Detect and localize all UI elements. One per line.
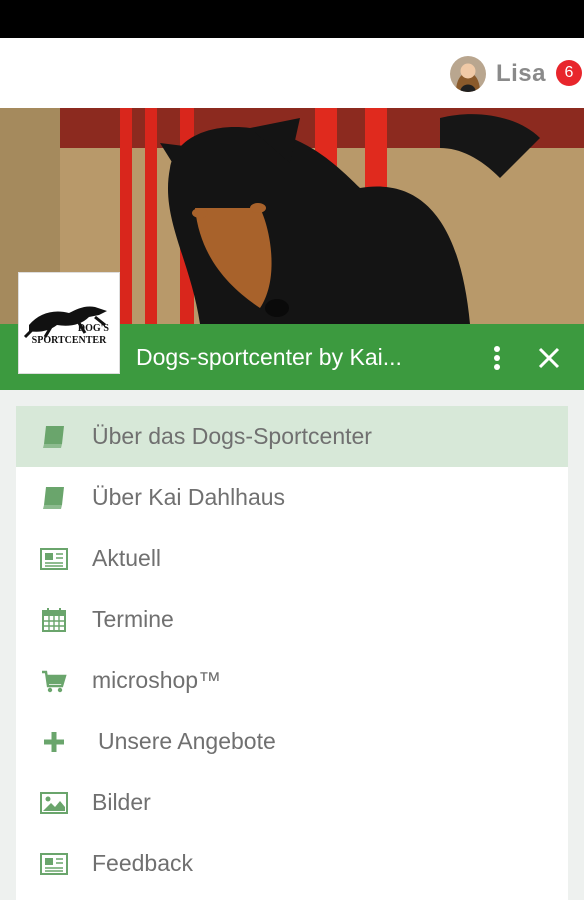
more-vert-icon[interactable] bbox=[486, 344, 508, 372]
menu-item-microshop[interactable]: microshop™ bbox=[16, 650, 568, 711]
menu-item-label: Aktuell bbox=[92, 545, 162, 571]
app-title: Dogs-sportcenter by Kai... bbox=[136, 344, 402, 370]
avatar[interactable] bbox=[449, 56, 486, 92]
image-icon bbox=[40, 792, 68, 814]
menu-item-label: Termine bbox=[92, 606, 174, 632]
top-app-bar: Lisa 6 bbox=[0, 38, 584, 108]
menu-item-unsere-angebote[interactable]: Unsere Angebote bbox=[16, 711, 568, 772]
newspaper-icon bbox=[40, 853, 68, 875]
menu-item-label: Über Kai Dahlhaus bbox=[92, 484, 286, 510]
menu-item-label: microshop™ bbox=[92, 667, 222, 693]
book-icon bbox=[43, 426, 64, 448]
cart-icon bbox=[42, 670, 67, 693]
menu-item-termine[interactable]: Termine bbox=[16, 589, 568, 650]
menu-item-ueber-kai-dahlhaus[interactable]: Über Kai Dahlhaus bbox=[16, 467, 568, 528]
newspaper-icon bbox=[40, 548, 68, 570]
brand-logo: DOG'S SPORTCENTER bbox=[18, 272, 120, 374]
close-icon[interactable] bbox=[536, 344, 562, 372]
menu-item-bilder[interactable]: Bilder bbox=[16, 772, 568, 833]
user-profile[interactable]: Lisa 6 bbox=[449, 56, 582, 92]
status-bar bbox=[0, 0, 584, 38]
logo-text-line2: SPORTCENTER bbox=[32, 335, 107, 346]
calendar-icon bbox=[42, 608, 66, 632]
menu-item-label: Feedback bbox=[92, 850, 194, 876]
plus-icon bbox=[44, 732, 64, 752]
logo-text-line1: DOG'S bbox=[78, 323, 110, 334]
menu-item-label: Über das Dogs-Sportcenter bbox=[92, 423, 372, 449]
drawer-menu: Über das Dogs-Sportcenter Über Kai Dahlh… bbox=[16, 406, 568, 900]
menu-item-ueber-das-dogs-sportcenter[interactable]: Über das Dogs-Sportcenter bbox=[16, 406, 568, 467]
menu-item-feedback[interactable]: Feedback bbox=[16, 833, 568, 894]
notification-badge[interactable]: 6 bbox=[556, 60, 582, 86]
user-name[interactable]: Lisa bbox=[496, 60, 546, 88]
book-icon bbox=[43, 487, 64, 509]
menu-item-label: Bilder bbox=[92, 789, 151, 815]
menu-item-aktuell[interactable]: Aktuell bbox=[16, 528, 568, 589]
menu-item-label: Unsere Angebote bbox=[98, 728, 276, 754]
